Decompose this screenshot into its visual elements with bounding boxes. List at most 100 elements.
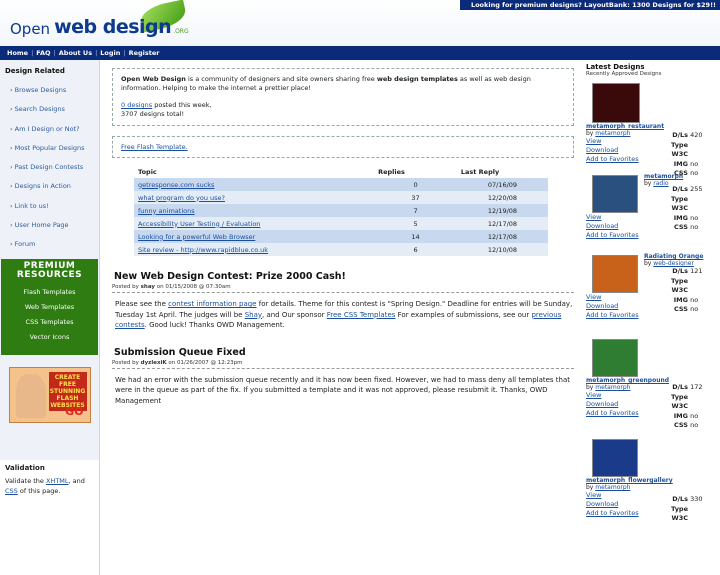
sidebar-item-popular[interactable]: › Most Popular Designs bbox=[0, 139, 99, 158]
flash-template-box: Free Flash Template. bbox=[112, 136, 574, 158]
main-content: Open Web Design is a community of design… bbox=[112, 60, 574, 406]
weekly-designs-link[interactable]: 0 designs bbox=[121, 101, 152, 109]
design-name-link[interactable]: Radiating Orange bbox=[644, 253, 703, 260]
nav-faq[interactable]: FAQ bbox=[33, 49, 53, 57]
sidebar-item-link-to-us[interactable]: › Link to us! bbox=[0, 197, 99, 216]
design-thumbnail[interactable] bbox=[592, 175, 638, 213]
forum-topic-link[interactable]: getresponse.com sucks bbox=[138, 181, 214, 189]
design-thumbnail[interactable] bbox=[592, 439, 638, 477]
nav-home[interactable]: Home bbox=[4, 49, 31, 57]
table-row: getresponse.com sucks 0 07/16/09 bbox=[134, 178, 548, 191]
design-thumbnail[interactable] bbox=[592, 339, 638, 377]
col-last-reply: Last Reply bbox=[460, 168, 500, 176]
post-title[interactable]: Submission Queue Fixed bbox=[114, 347, 574, 358]
nav-login[interactable]: Login bbox=[97, 49, 123, 57]
design-card: metamorph_greenpound by metamorph D/Ls 1… bbox=[586, 339, 720, 435]
site-logo[interactable]: Open web design .ORG bbox=[10, 8, 189, 38]
view-link[interactable]: View bbox=[586, 213, 601, 221]
design-author-link[interactable]: radio bbox=[653, 180, 668, 187]
download-link[interactable]: Download bbox=[586, 302, 618, 310]
add-favorites-link[interactable]: Add to Favorites bbox=[586, 509, 639, 517]
sidebar-item-forum[interactable]: › Forum bbox=[0, 235, 99, 254]
table-row: funny animations 7 12/19/08 bbox=[134, 204, 548, 217]
design-count: 0 designs posted this week, bbox=[121, 101, 212, 109]
design-name-link[interactable]: metamorph_flowergallery bbox=[586, 477, 673, 484]
design-name-link[interactable]: metamorph_restaurant bbox=[586, 123, 664, 130]
premium-resources-panel: PREMIUM RESOURCES Flash Templates Web Te… bbox=[1, 258, 98, 355]
add-favorites-link[interactable]: Add to Favorites bbox=[586, 231, 639, 239]
sidebar-item-contests[interactable]: › Past Design Contests bbox=[0, 158, 99, 177]
forum-topic-link[interactable]: funny animations bbox=[138, 207, 195, 215]
add-favorites-link[interactable]: Add to Favorites bbox=[586, 155, 639, 163]
design-stats: D/Ls 255 Type W3C IMG no CSS no bbox=[671, 185, 703, 231]
judge-shay-link[interactable]: Shay bbox=[245, 311, 262, 319]
design-card: metamorph by radio D/Ls 255 Type W3C IMG… bbox=[586, 173, 720, 251]
table-row: Accessibility User Testing / Evaluation 5… bbox=[134, 217, 548, 230]
main-nav: Home | FAQ | About Us | Login | Register bbox=[0, 46, 720, 60]
css-link[interactable]: CSS bbox=[5, 487, 18, 495]
forum-topic-link[interactable]: Site review - http://www.rapidblue.co.uk bbox=[138, 246, 268, 254]
flash-ad-banner[interactable]: CREATE FREE STUNNING FLASH WEBSITES GO bbox=[8, 366, 91, 423]
promo-banner[interactable]: Looking for premium designs? LayoutBank:… bbox=[460, 0, 720, 10]
premium-subtitle: RESOURCES bbox=[16, 269, 83, 280]
view-link[interactable]: View bbox=[586, 491, 601, 499]
design-card: metamorph_restaurant by metamorph D/Ls 4… bbox=[586, 83, 720, 177]
sidebar-item-browse[interactable]: › Browse Designs bbox=[0, 81, 99, 100]
table-row: Site review - http://www.rapidblue.co.uk… bbox=[134, 243, 548, 256]
view-link[interactable]: View bbox=[586, 293, 601, 301]
sidebar-item-search[interactable]: › Search Designs bbox=[0, 100, 99, 119]
design-card: metamorph_flowergallery by metamorph D/L… bbox=[586, 439, 720, 529]
forum-topic-link[interactable]: Looking for a powerful Web Browser bbox=[138, 233, 255, 241]
download-link[interactable]: Download bbox=[586, 146, 618, 154]
design-author-link[interactable]: metamorph bbox=[595, 130, 630, 137]
col-replies: Replies bbox=[378, 168, 405, 176]
view-link[interactable]: View bbox=[586, 137, 601, 145]
left-sidebar: Design Related › Browse Designs › Search… bbox=[0, 60, 100, 575]
validation-box: Validation Validate the XHTML, and CSS o… bbox=[0, 460, 99, 575]
download-link[interactable]: Download bbox=[586, 222, 618, 230]
sidebar-item-design-or-not[interactable]: › Am I Design or Not? bbox=[0, 120, 99, 139]
flash-template-link[interactable]: Free Flash Template. bbox=[121, 143, 188, 151]
xhtml-link[interactable]: XHTML bbox=[46, 477, 69, 485]
view-link[interactable]: View bbox=[586, 391, 601, 399]
design-stats: D/Ls 121 Type W3C IMG no CSS no bbox=[671, 267, 703, 313]
sponsor-link[interactable]: Free CSS Templates bbox=[327, 311, 396, 319]
add-favorites-link[interactable]: Add to Favorites bbox=[586, 409, 639, 417]
premium-web-templates[interactable]: Web Templates bbox=[1, 300, 98, 315]
design-author-link[interactable]: metamorph bbox=[595, 384, 630, 391]
contest-info-link[interactable]: contest information page bbox=[168, 300, 256, 308]
forum-table: Topic Replies Last Reply getresponse.com… bbox=[134, 166, 548, 256]
sidebar-item-in-action[interactable]: › Designs in Action bbox=[0, 177, 99, 196]
premium-css-templates[interactable]: CSS Templates bbox=[1, 315, 98, 330]
design-thumbnail[interactable] bbox=[592, 83, 640, 123]
design-thumbnail[interactable] bbox=[592, 255, 638, 293]
download-link[interactable]: Download bbox=[586, 400, 618, 408]
validation-text: Validate the XHTML, and CSS of this page… bbox=[5, 477, 85, 495]
nav-about[interactable]: About Us bbox=[56, 49, 95, 57]
forum-topic-link[interactable]: what program do you use? bbox=[138, 194, 225, 202]
design-card: Radiating Orange by web-designer D/Ls 12… bbox=[586, 253, 720, 331]
design-stats: D/Ls 330 Type W3C bbox=[671, 495, 703, 522]
table-row: what program do you use? 37 12/20/08 bbox=[134, 191, 548, 204]
design-author-link[interactable]: metamorph bbox=[595, 484, 630, 491]
post-body: Please see the contest information page … bbox=[115, 300, 573, 329]
intro-text: Open Web Design is a community of design… bbox=[121, 75, 531, 92]
download-link[interactable]: Download bbox=[586, 500, 618, 508]
post-title[interactable]: New Web Design Contest: Prize 2000 Cash! bbox=[114, 271, 574, 282]
design-name-link[interactable]: metamorph bbox=[644, 173, 683, 180]
design-name-link[interactable]: metamorph_greenpound bbox=[586, 377, 669, 384]
premium-vector-icons[interactable]: Vector Icons bbox=[1, 330, 98, 345]
logo-webdesign-text: web design bbox=[54, 16, 172, 38]
table-row: Looking for a powerful Web Browser 14 12/1… bbox=[134, 230, 548, 243]
latest-designs-title: Latest Designs bbox=[586, 63, 645, 71]
intro-box: Open Web Design is a community of design… bbox=[112, 68, 574, 126]
premium-flash-templates[interactable]: Flash Templates bbox=[1, 285, 98, 300]
design-author-link[interactable]: web-designer bbox=[653, 260, 694, 267]
add-favorites-link[interactable]: Add to Favorites bbox=[586, 311, 639, 319]
right-sidebar: Latest Designs Recently Approved Designs… bbox=[586, 60, 720, 533]
forum-topic-link[interactable]: Accessibility User Testing / Evaluation bbox=[138, 220, 260, 228]
sidebar-item-user-home[interactable]: › User Home Page bbox=[0, 216, 99, 235]
ad-go-text: GO bbox=[65, 404, 84, 418]
sidebar-title: Design Related bbox=[5, 67, 65, 75]
nav-register[interactable]: Register bbox=[126, 49, 163, 57]
